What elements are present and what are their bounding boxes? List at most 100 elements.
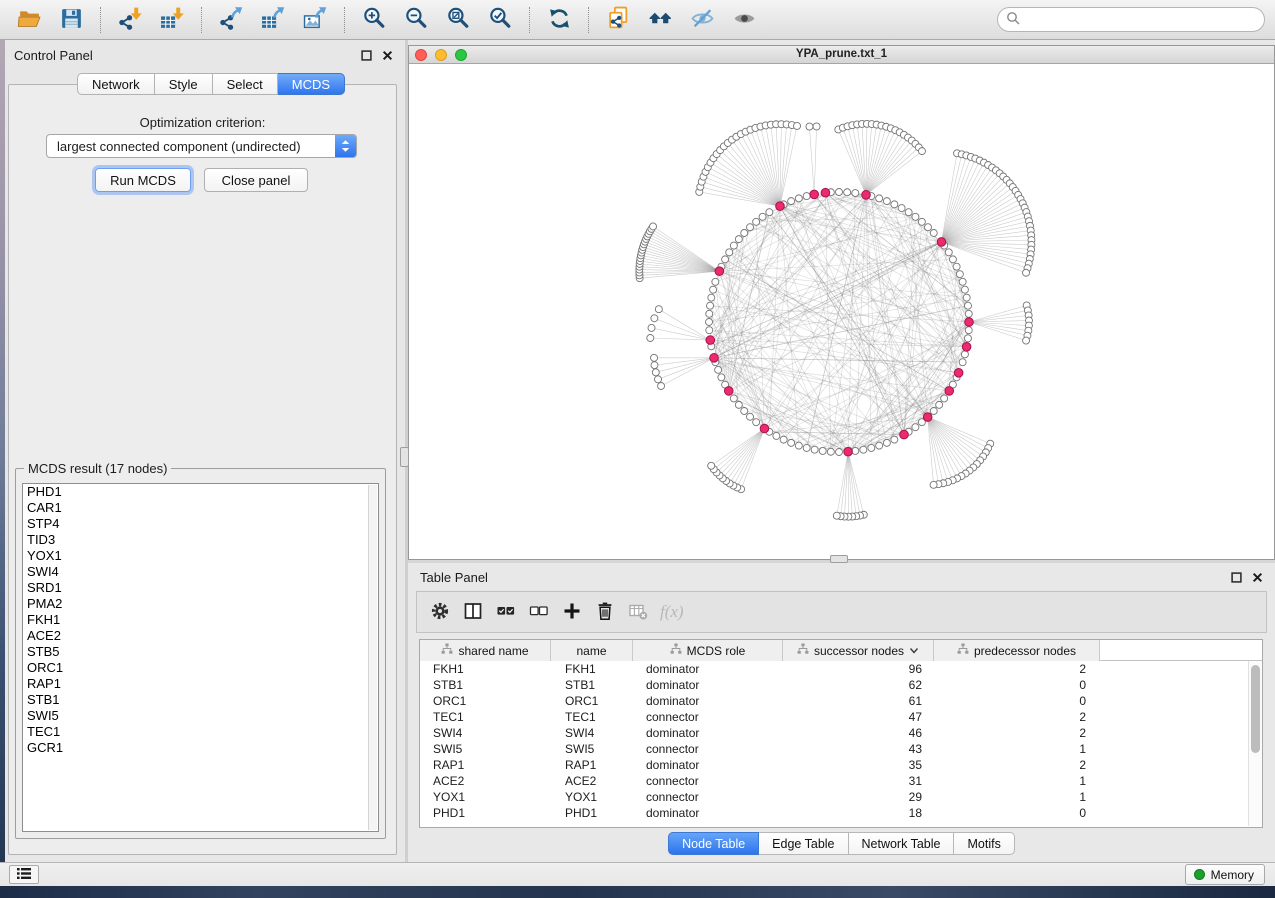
table-cell[interactable]: 61 [783, 693, 934, 709]
table-cell[interactable]: dominator [633, 757, 783, 773]
table-cell[interactable]: 62 [783, 677, 934, 693]
table-row-ORC1[interactable]: ORC1ORC1dominator610 [420, 693, 1248, 709]
toolbar-button-export-table[interactable] [254, 4, 292, 36]
table-toolbar-button-select-all[interactable] [493, 598, 519, 626]
table-cell[interactable]: 0 [934, 805, 1100, 821]
mcds-result-item[interactable]: SWI5 [23, 708, 378, 724]
tab-edge-table[interactable]: Edge Table [759, 832, 848, 855]
mcds-result-item[interactable]: ACE2 [23, 628, 378, 644]
tab-select[interactable]: Select [213, 73, 278, 95]
table-cell[interactable]: SWI4 [420, 725, 551, 741]
search-field[interactable] [997, 7, 1265, 32]
table-toolbar-button-deselect-all[interactable] [526, 598, 552, 626]
table-cell[interactable]: FKH1 [551, 661, 633, 677]
toolbar-button-show-all[interactable] [725, 4, 763, 36]
table-cell[interactable]: 46 [783, 725, 934, 741]
table-row-FKH1[interactable]: FKH1FKH1dominator962 [420, 661, 1248, 677]
table-cell[interactable]: dominator [633, 677, 783, 693]
table-cell[interactable]: 0 [934, 693, 1100, 709]
table-cell[interactable]: connector [633, 773, 783, 789]
toolbar-button-open-file[interactable] [10, 4, 48, 36]
table-row-STB1[interactable]: STB1STB1dominator620 [420, 677, 1248, 693]
toolbar-button-first-neighbors[interactable] [641, 4, 679, 36]
table-cell[interactable]: connector [633, 709, 783, 725]
table-cell[interactable]: 2 [934, 725, 1100, 741]
mcds-result-list[interactable]: PHD1CAR1STP4TID3YOX1SWI4SRD1PMA2FKH1ACE2… [22, 483, 379, 832]
table-cell[interactable]: PHD1 [420, 805, 551, 821]
table-row-RAP1[interactable]: RAP1RAP1dominator352 [420, 757, 1248, 773]
table-cell[interactable]: dominator [633, 805, 783, 821]
mcds-result-item[interactable]: PHD1 [23, 484, 378, 500]
mcds-result-item[interactable]: TEC1 [23, 724, 378, 740]
memory-button[interactable]: Memory [1185, 864, 1265, 885]
table-cell[interactable]: connector [633, 789, 783, 805]
table-row-PHD1[interactable]: PHD1PHD1dominator180 [420, 805, 1248, 821]
table-cell[interactable]: PHD1 [551, 805, 633, 821]
table-cell[interactable]: 43 [783, 741, 934, 757]
table-cell[interactable]: ORC1 [420, 693, 551, 709]
table-cell[interactable]: 35 [783, 757, 934, 773]
mcds-result-item[interactable]: SWI4 [23, 564, 378, 580]
toolbar-button-zoom-in[interactable] [355, 4, 393, 36]
toolbar-button-refresh-layout[interactable] [540, 4, 578, 36]
table-cell[interactable]: 96 [783, 661, 934, 677]
toolbar-button-zoom-fit[interactable] [439, 4, 477, 36]
toolbar-button-export-image[interactable] [296, 4, 334, 36]
mcds-result-item[interactable]: YOX1 [23, 548, 378, 564]
table-cell[interactable]: 2 [934, 661, 1100, 677]
table-row-ACE2[interactable]: ACE2ACE2connector311 [420, 773, 1248, 789]
table-cell[interactable]: TEC1 [420, 709, 551, 725]
mcds-result-item[interactable]: SRD1 [23, 580, 378, 596]
table-cell[interactable]: FKH1 [420, 661, 551, 677]
table-cell[interactable]: SWI4 [551, 725, 633, 741]
mcds-result-item[interactable]: STP4 [23, 516, 378, 532]
network-window-titlebar[interactable]: YPA_prune.txt_1 [409, 46, 1274, 64]
mcds-result-item[interactable]: STB5 [23, 644, 378, 660]
table-scrollbar-thumb[interactable] [1251, 665, 1260, 753]
table-toolbar-button-restore-columns[interactable] [625, 598, 651, 626]
run-mcds-button[interactable]: Run MCDS [95, 168, 191, 192]
table-cell[interactable]: ACE2 [551, 773, 633, 789]
table-cell[interactable]: 31 [783, 773, 934, 789]
toolbar-button-export-network[interactable] [212, 4, 250, 36]
vertical-splitter-handle[interactable] [400, 447, 409, 467]
table-scrollbar[interactable] [1248, 661, 1262, 826]
table-toolbar-button-delete-column[interactable] [592, 598, 618, 626]
close-panel-button[interactable]: Close panel [204, 168, 308, 192]
table-cell[interactable]: connector [633, 741, 783, 757]
table-cell[interactable]: ORC1 [551, 693, 633, 709]
horizontal-splitter-handle[interactable] [830, 555, 848, 563]
mcds-result-item[interactable]: TID3 [23, 532, 378, 548]
column-header-shared-name[interactable]: shared name [420, 640, 551, 661]
table-cell[interactable]: YOX1 [551, 789, 633, 805]
table-toolbar-button-settings[interactable] [427, 598, 453, 626]
toolbar-button-zoom-selected[interactable] [481, 4, 519, 36]
close-table-panel-icon[interactable] [1252, 571, 1263, 586]
mcds-result-item[interactable]: ORC1 [23, 660, 378, 676]
result-list-scrollbar[interactable] [368, 485, 377, 830]
close-panel-icon[interactable] [382, 49, 393, 64]
tab-motifs[interactable]: Motifs [954, 832, 1014, 855]
table-cell[interactable]: YOX1 [420, 789, 551, 805]
toolbar-button-clone-network[interactable] [599, 4, 637, 36]
table-cell[interactable]: dominator [633, 693, 783, 709]
tab-node-table[interactable]: Node Table [668, 832, 759, 855]
column-header-name[interactable]: name [551, 640, 633, 661]
table-cell[interactable]: 1 [934, 773, 1100, 789]
mcds-result-item[interactable]: STB1 [23, 692, 378, 708]
column-header-successor-nodes[interactable]: successor nodes [783, 640, 934, 661]
tab-mcds[interactable]: MCDS [278, 73, 345, 95]
tab-network[interactable]: Network [77, 73, 155, 95]
table-cell[interactable]: 1 [934, 741, 1100, 757]
panel-menu-button[interactable] [9, 865, 39, 884]
table-row-TEC1[interactable]: TEC1TEC1connector472 [420, 709, 1248, 725]
search-input[interactable] [1025, 13, 1256, 27]
table-row-SWI4[interactable]: SWI4SWI4dominator462 [420, 725, 1248, 741]
mcds-result-item[interactable]: CAR1 [23, 500, 378, 516]
tab-network-table[interactable]: Network Table [849, 832, 955, 855]
table-cell[interactable]: SWI5 [420, 741, 551, 757]
table-cell[interactable]: 0 [934, 677, 1100, 693]
table-cell[interactable]: 18 [783, 805, 934, 821]
table-toolbar-button-add-column[interactable] [559, 598, 585, 626]
table-cell[interactable]: RAP1 [420, 757, 551, 773]
